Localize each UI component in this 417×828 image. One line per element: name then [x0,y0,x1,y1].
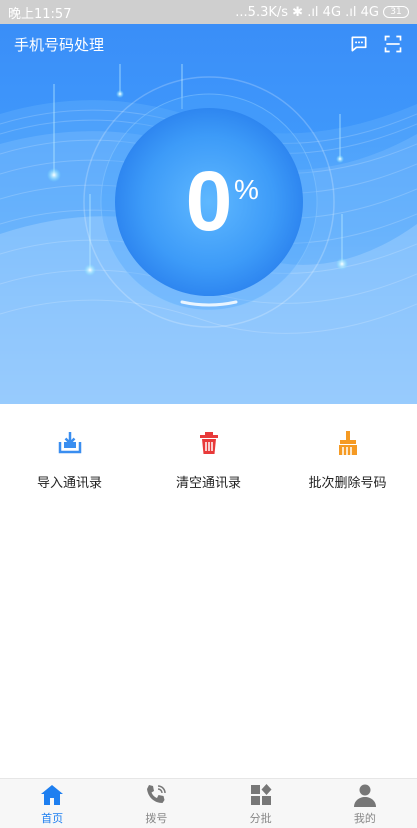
hero-panel: 手机号码处理 0 % [0,24,417,404]
progress-gauge: 0 [118,110,300,292]
trash-icon [199,432,218,454]
import-contacts-button[interactable]: 导入通讯录 [0,428,139,491]
app-title: 手机号码处理 [14,35,105,54]
scan-icon[interactable] [383,34,403,54]
app-bar: 手机号码处理 [0,24,417,64]
app-bar-actions [349,34,403,54]
broom-icon [338,431,357,455]
progress-value: 0 [185,153,233,248]
action-row: 导入通讯录 清空通讯录 批次删除号码 [0,428,417,491]
tab-home[interactable]: 首页 [0,779,104,828]
home-icon [41,784,64,805]
clear-contacts-button[interactable]: 清空通讯录 [139,428,278,491]
tab-dial[interactable]: 拨号 [104,779,208,828]
grid-icon [250,783,272,805]
progress-unit: % [234,174,259,205]
status-bar: 晚上11:57 ...5.3K/s ✱ .ıl 4G .ıl 4G 31 [0,0,417,24]
phone-icon [147,784,167,803]
battery-icon: 31 [383,6,409,18]
bottom-nav: 首页 拨号 分批 我的 [0,778,417,828]
tab-batch[interactable]: 分批 [209,779,313,828]
batch-delete-button[interactable]: 批次删除号码 [278,428,417,491]
status-indicators: ...5.3K/s ✱ .ıl 4G .ıl 4G 31 [235,5,409,20]
clear-contacts-label: 清空通讯录 [175,476,241,491]
tab-home-label: 首页 [41,811,64,825]
tab-dial-label: 拨号 [145,811,168,825]
status-time: 晚上11:57 [8,6,72,22]
network-status: ...5.3K/s ✱ .ıl 4G .ıl 4G [235,4,379,20]
batch-delete-label: 批次删除号码 [308,476,387,491]
chat-icon[interactable] [349,34,369,54]
tab-profile[interactable]: 我的 [313,779,417,828]
user-icon [353,784,376,807]
import-icon [58,432,81,454]
tab-batch-label: 分批 [249,811,272,825]
import-contacts-label: 导入通讯录 [36,476,102,491]
tab-profile-label: 我的 [353,811,376,825]
battery-level: 31 [390,6,402,17]
